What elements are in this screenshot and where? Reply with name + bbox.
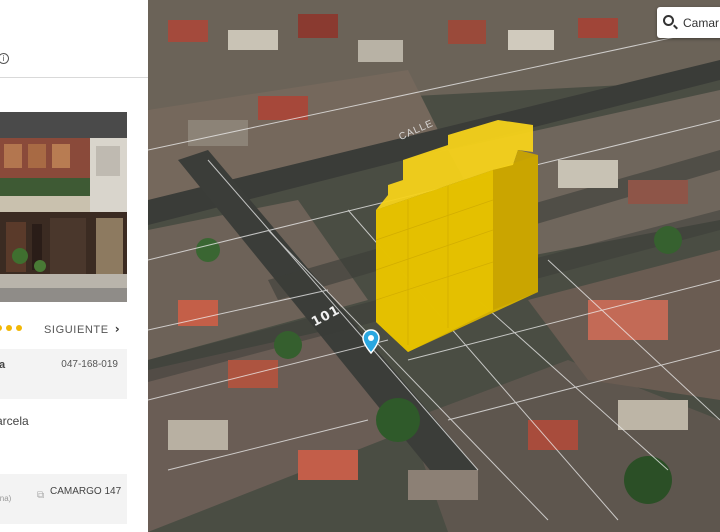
address-value: CAMARGO 147: [50, 486, 122, 497]
panel-header: i: [0, 0, 148, 78]
address-row-left-text: ina): [0, 494, 12, 503]
carousel-dot[interactable]: [0, 325, 2, 331]
search-box[interactable]: Camar: [657, 7, 720, 38]
parcela-text: arcela: [0, 414, 29, 428]
address-row: ina) ⧉ CAMARGO 147: [0, 474, 127, 524]
carousel-dot[interactable]: [6, 325, 12, 331]
photo-carousel-controls: SIGUIENTE ›: [0, 316, 148, 342]
parcel-id-row: a 047-168-019: [0, 349, 127, 399]
parcel-id-value: 047-168-019: [61, 359, 118, 370]
search-input[interactable]: Camar: [683, 16, 719, 30]
next-button[interactable]: SIGUIENTE ›: [44, 322, 120, 336]
location-pin-icon[interactable]: [362, 329, 380, 355]
info-icon[interactable]: i: [0, 53, 9, 64]
satellite-imagery[interactable]: [148, 0, 720, 532]
next-button-label: SIGUIENTE: [44, 324, 109, 336]
carousel-dots: [0, 325, 22, 331]
parcel-info-panel: i SIGUIENTE › a 047-168-019 rcela na) ⧉ …: [0, 0, 148, 532]
chevron-right-icon: ›: [114, 322, 121, 336]
building-photo[interactable]: [0, 112, 127, 302]
parcel-id-label: a: [0, 359, 6, 371]
carousel-dot[interactable]: [16, 325, 22, 331]
3d-map-view[interactable]: 101 CALLE Camar: [148, 0, 720, 532]
search-icon: [663, 15, 674, 26]
copy-icon[interactable]: ⧉: [37, 490, 44, 501]
